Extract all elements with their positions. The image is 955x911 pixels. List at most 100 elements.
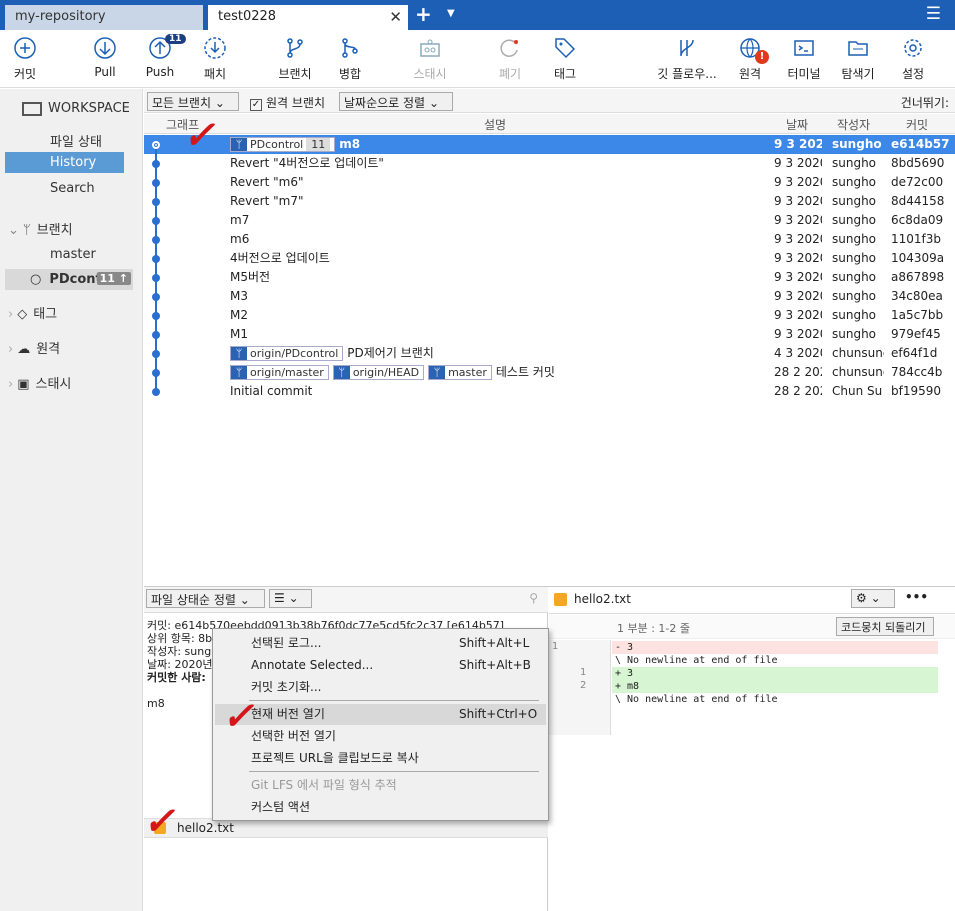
diff-line: - 3 xyxy=(612,641,938,654)
column-commit[interactable]: 커밋 xyxy=(906,116,928,133)
ref-name: origin/PDcontrol xyxy=(250,347,339,360)
merge-button[interactable]: 병합 xyxy=(317,36,383,82)
tags-header[interactable]: › ◇ 태그 xyxy=(8,303,151,322)
menu-item[interactable]: Git LFS 에서 파일 형식 추적 xyxy=(215,775,546,796)
branch-icon: ᛘ xyxy=(429,366,446,379)
table-row[interactable]: Revert "m6" 9 3 2020 sungho de72c00 xyxy=(144,173,955,192)
branch-icon: ᛘ xyxy=(231,347,247,360)
view-mode-dropdown[interactable]: ☰ ⌄ xyxy=(269,589,312,608)
settings-button[interactable]: 설정 xyxy=(880,36,946,82)
add-tab-icon[interactable]: + xyxy=(415,2,432,26)
stashes-header[interactable]: › ▣ 스태시 xyxy=(8,373,151,392)
menu-item[interactable]: 선택된 로그... Shift+Alt+L xyxy=(215,633,546,654)
gitflow-button[interactable]: 깃 플로우... xyxy=(652,36,722,82)
chevron-down-icon: ⌄ xyxy=(870,591,881,605)
commit-message: m7 xyxy=(230,213,250,227)
patch-button[interactable]: 패치 xyxy=(182,36,248,82)
table-row[interactable]: 4버전으로 업데이트 9 3 2020 sungho 104309a xyxy=(144,249,955,268)
stash-button[interactable]: 스태시 xyxy=(397,36,463,82)
commit-message: Revert "m6" xyxy=(230,175,304,189)
table-row[interactable]: M1 9 3 2020 sungho 979ef45 xyxy=(144,325,955,344)
branch-icon: ᛘ xyxy=(231,138,247,151)
ref-name: master xyxy=(448,366,487,379)
commit-hash: 8bd5690 xyxy=(891,156,945,170)
commit-date: 9 3 2020 xyxy=(774,308,822,322)
annotation-checkmark: ✓ xyxy=(183,112,215,157)
table-row[interactable]: Initial commit 28 2 2020 Chun Su bf19590 xyxy=(144,382,955,401)
column-date[interactable]: 날짜 xyxy=(786,116,808,133)
menu-item-shortcut: Shift+Alt+L xyxy=(459,636,530,650)
table-row[interactable]: Revert "4버전으로 업데이트" 9 3 2020 sungho 8bd5690 xyxy=(144,154,955,173)
revert-hunk-button[interactable]: 코드뭉치 되돌리기 xyxy=(836,617,934,636)
branch-icon: ᛘ xyxy=(333,366,350,379)
menu-item-label: Annotate Selected... xyxy=(251,658,374,672)
search-icon[interactable]: ⚲ xyxy=(529,591,538,605)
column-author[interactable]: 작성자 xyxy=(837,116,870,133)
table-row[interactable]: M2 9 3 2020 sungho 1a5c7bb xyxy=(144,306,955,325)
sidebar-item-label: History xyxy=(50,155,97,170)
commit-hash: a867898 xyxy=(891,270,945,284)
column-description[interactable]: 설명 xyxy=(484,116,506,133)
commit-hash: 979ef45 xyxy=(891,327,941,341)
checkbox-checked-icon: ✓ xyxy=(250,99,262,111)
graph-node xyxy=(152,293,160,301)
sidebar-item-history[interactable]: History xyxy=(5,152,124,173)
commit-description: ᛘ PDcontrol 11 m8 xyxy=(230,135,360,154)
commit-author: sungho xyxy=(832,308,877,322)
tag-icon: ◇ xyxy=(17,307,28,322)
sort-dropdown[interactable]: 날짜순으로 정렬 ⌄ xyxy=(339,92,453,111)
commit-description: m7 xyxy=(230,211,249,230)
graph-node xyxy=(152,160,160,168)
table-row[interactable]: ᛘorigin/PDcontrolPD제어기 브랜치4 3 2020chunsu… xyxy=(144,344,955,363)
remote-branches-checkbox[interactable]: ✓ 원격 브랜치 xyxy=(250,94,325,111)
tab-test0228[interactable]: test0228 ✕ xyxy=(208,5,408,30)
remote-label: 원격 xyxy=(738,67,762,81)
hunk-header: 1 부분 : 1-2 줄 코드뭉치 되돌리기 xyxy=(549,615,955,639)
ref-name: origin/master xyxy=(250,366,324,379)
graph-node xyxy=(152,274,160,282)
stash-label: 스태시 xyxy=(413,67,447,81)
table-row[interactable]: Revert "m7" 9 3 2020 sungho 8d44158 xyxy=(144,192,955,211)
plus-circle-icon xyxy=(0,36,58,62)
terminal-label: 터미널 xyxy=(787,67,821,81)
commit-author: sungho xyxy=(832,156,877,170)
menu-item[interactable]: 커밋 초기화... xyxy=(215,677,546,698)
sidebar-item-pdcontrol[interactable]: ○ PDcontrol 11 ↑ xyxy=(5,269,133,290)
checkbox-label: 원격 브랜치 xyxy=(266,96,326,110)
file-list-item[interactable]: hello2.txt xyxy=(144,818,548,838)
commit-message: Revert "m7" xyxy=(230,194,304,208)
remotes-header[interactable]: › ☁ 원격 xyxy=(8,338,151,357)
commit-description: ᛘ origin/PDcontrol PD제어기 브랜치 xyxy=(230,344,434,363)
table-row[interactable]: ᛘPDcontrol11m89 3 2020sunghoe614b57 xyxy=(144,135,955,154)
patch-label: 패치 xyxy=(203,67,227,81)
chevron-down-icon[interactable]: ▼ xyxy=(447,8,455,19)
table-row[interactable]: ᛘ origin/master ᛘ origin/HEAD ᛘ master 테스트 커밋 2… xyxy=(144,363,955,382)
tab-my-repository[interactable]: my-repository xyxy=(5,5,203,30)
menu-item[interactable]: 선택한 버전 열기 xyxy=(215,726,546,747)
chevron-right-icon: › xyxy=(8,307,14,322)
diff-line: + m8 xyxy=(612,680,938,693)
table-row[interactable]: m7 9 3 2020 sungho 6c8da09 xyxy=(144,211,955,230)
menu-item[interactable]: 커스텀 액션 xyxy=(215,797,546,818)
commit-date: 9 3 2020 xyxy=(774,289,822,303)
menu-icon[interactable]: ☰ xyxy=(926,4,941,24)
menu-item[interactable]: 프로젝트 URL을 클립보드로 복사 xyxy=(215,748,546,769)
branches-header[interactable]: ⌄ ᛘ 브랜치 xyxy=(8,219,151,238)
commit-hash: 1a5c7bb xyxy=(891,308,944,322)
commit-message: M2 xyxy=(230,308,248,322)
diff-settings-dropdown[interactable]: ⚙ ⌄ xyxy=(851,589,895,608)
tag-button[interactable]: 태그 xyxy=(532,36,598,82)
commit-date: 9 3 2020 xyxy=(774,156,822,170)
menu-item-label: 커밋 초기화... xyxy=(251,680,322,694)
table-row[interactable]: M3 9 3 2020 sungho 34c80ea xyxy=(144,287,955,306)
close-icon[interactable]: ✕ xyxy=(389,8,402,26)
table-row[interactable]: M5버전 9 3 2020 sungho a867898 xyxy=(144,268,955,287)
menu-item[interactable]: 현재 버전 열기 Shift+Ctrl+O xyxy=(215,704,546,725)
file-sort-dropdown[interactable]: 파일 상태순 정렬 ⌄ xyxy=(146,589,265,608)
commit-button[interactable]: 커밋 xyxy=(0,36,58,82)
branch-filter-dropdown[interactable]: 모든 브랜치 ⌄ xyxy=(147,92,239,111)
table-row[interactable]: m6 9 3 2020 sungho 1101f3b xyxy=(144,230,955,249)
menu-item-label: 선택된 로그... xyxy=(251,636,322,650)
more-icon[interactable]: ••• xyxy=(905,590,928,604)
menu-item[interactable]: Annotate Selected... Shift+Alt+B xyxy=(215,655,546,676)
